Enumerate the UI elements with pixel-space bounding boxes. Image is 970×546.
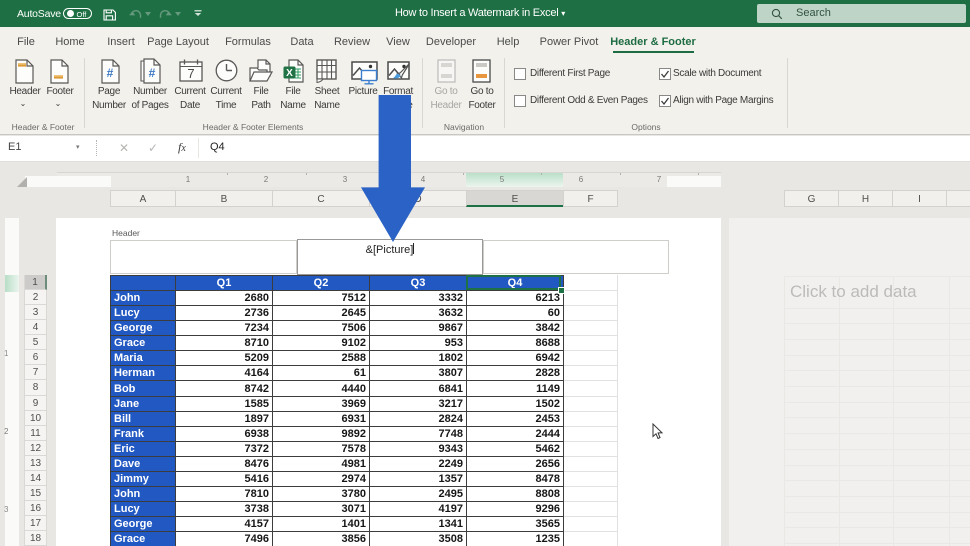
- svg-text:X: X: [286, 68, 293, 79]
- svg-text:#: #: [107, 66, 114, 80]
- svg-text:7: 7: [187, 66, 194, 81]
- svg-text:#: #: [149, 66, 156, 80]
